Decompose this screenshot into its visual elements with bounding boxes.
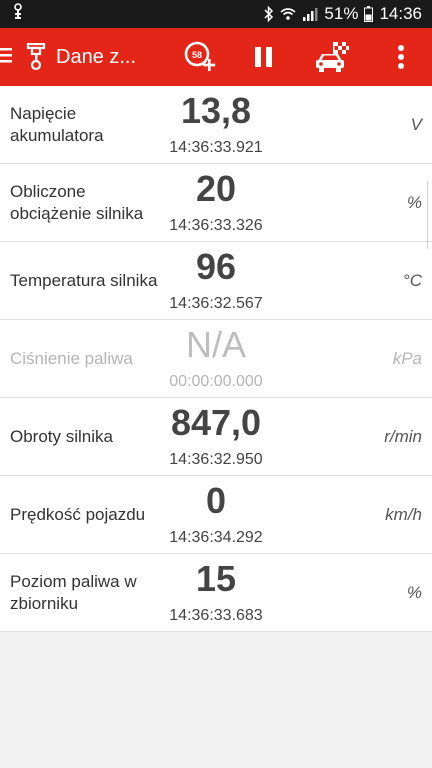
sensor-timestamp: 00:00:00.000: [169, 373, 263, 390]
sensor-unit: %: [406, 192, 422, 212]
status-bar: 51% 14:36: [0, 0, 432, 28]
app-bar: Dane z... 58: [0, 28, 432, 86]
sensor-timestamp: 14:36:32.567: [169, 295, 263, 312]
sensor-row-battery-voltage[interactable]: Napięcie akumulatora 13,8 14:36:33.921 V: [0, 86, 432, 164]
pause-icon: [255, 47, 272, 67]
sensor-value: 0: [205, 480, 227, 521]
wifi-icon: [280, 7, 296, 21]
signal-icon: [302, 7, 318, 21]
sensor-row-engine-load[interactable]: Obliczone obciążenie silnika 20 14:36:33…: [0, 164, 432, 242]
pause-button[interactable]: [244, 28, 284, 86]
status-bar-left: [12, 2, 24, 26]
car-race-icon: [316, 42, 349, 72]
sensor-unit: V: [410, 114, 422, 134]
app-title[interactable]: Dane z...: [56, 46, 136, 69]
scroll-indicator[interactable]: [427, 180, 432, 250]
sensor-unit: kPa: [392, 348, 422, 368]
menu-icon[interactable]: [0, 46, 14, 69]
status-bar-right: 51% 14:36: [264, 4, 422, 24]
sensor-row-fuel-pressure[interactable]: Ciśnienie paliwa N/A 00:00:00.000 kPa: [0, 320, 432, 398]
add-dashboard-icon: 58: [184, 41, 216, 71]
sensor-timestamp: 14:36:34.292: [169, 529, 263, 546]
sensor-value: 847,0: [170, 402, 262, 443]
battery-percent: 51%: [324, 4, 359, 23]
add-dashboard-button[interactable]: 58: [178, 28, 222, 86]
sensor-value: N/A: [185, 324, 246, 365]
race-mode-button[interactable]: [310, 28, 354, 86]
bluetooth-icon: [264, 6, 274, 22]
sensor-unit: °C: [402, 270, 422, 290]
battery-icon: [364, 6, 374, 22]
sensor-value: 96: [195, 246, 237, 287]
sensor-timestamp: 14:36:33.683: [169, 607, 263, 624]
sensor-row-vehicle-speed[interactable]: Prędkość pojazdu 0 14:36:34.292 km/h: [0, 476, 432, 554]
overflow-menu-icon: [398, 45, 404, 69]
sensor-list: Napięcie akumulatora 13,8 14:36:33.921 V…: [0, 86, 432, 632]
sensor-timestamp: 14:36:32.950: [169, 451, 263, 468]
sensor-row-engine-rpm[interactable]: Obroty silnika 847,0 14:36:32.950 r/min: [0, 398, 432, 476]
sensor-row-engine-temperature[interactable]: Temperatura silnika 96 14:36:32.567 °C: [0, 242, 432, 320]
engine-icon: [26, 43, 46, 71]
sensor-timestamp: 14:36:33.326: [169, 217, 263, 234]
sensor-unit: %: [406, 582, 422, 602]
sensor-unit: r/min: [384, 426, 422, 446]
sensor-timestamp: 14:36:33.921: [169, 139, 263, 156]
sensor-unit: km/h: [385, 504, 422, 524]
sensor-value: 15: [195, 558, 237, 599]
sensor-value: 20: [195, 168, 237, 209]
sensor-value: 13,8: [180, 90, 252, 131]
screen: 51% 14:36 Dane z... 58 Napięcie akumulat…: [0, 0, 432, 768]
clock: 14:36: [379, 4, 422, 23]
sensor-row-fuel-level[interactable]: Poziom paliwa w zbiorniku 15 14:36:33.68…: [0, 554, 432, 632]
dashboard-badge: 58: [192, 50, 202, 60]
overflow-menu-button[interactable]: [386, 28, 416, 86]
obd-connection-icon: [12, 2, 24, 26]
